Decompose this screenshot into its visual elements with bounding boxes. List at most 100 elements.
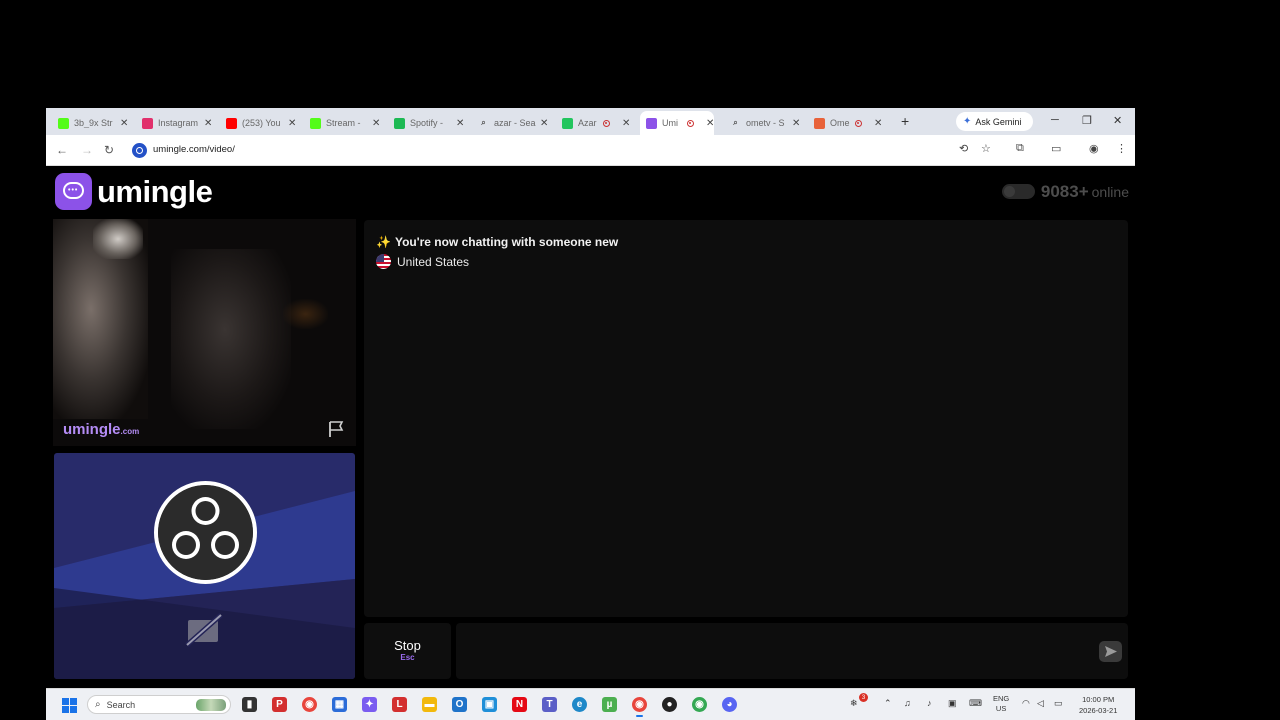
store-icon[interactable]: ▣ (482, 697, 497, 712)
clock[interactable]: 10:00 PM 2026-03-21 (1079, 694, 1117, 716)
tab-title: azar - Sea (494, 118, 536, 128)
ask-gemini-button[interactable]: ✦ Ask Gemini (956, 112, 1033, 131)
tab-title: Instagram (158, 118, 199, 128)
forward-button[interactable]: → (81, 143, 93, 157)
lenovo-icon[interactable]: L (392, 697, 407, 712)
side-panel-icon[interactable]: ▭ (1051, 142, 1061, 155)
tab-3[interactable]: (253) You ✕ (226, 112, 296, 134)
calculator-icon[interactable]: ▦ (332, 697, 347, 712)
obs-icon[interactable]: ● (662, 697, 677, 712)
microphone-icon[interactable]: ♪ (927, 698, 932, 708)
netflix-icon[interactable]: N (512, 697, 527, 712)
tab-10[interactable]: Ome ✕ (814, 112, 882, 134)
translate-icon[interactable]: ⟲ (959, 142, 968, 155)
tab-8[interactable]: Umi ✕ (640, 111, 715, 135)
battery-icon[interactable]: ▭ (1054, 698, 1063, 709)
tab-1[interactable]: 3b_9x Str ✕ (58, 112, 128, 134)
back-button[interactable]: ← (56, 143, 68, 157)
task-view-icon[interactable]: ▮ (242, 697, 257, 712)
close-tab-icon[interactable]: ✕ (288, 118, 296, 129)
umingle-logo[interactable]: ••• umingle (55, 173, 213, 210)
utorrent-icon[interactable]: µ (602, 697, 617, 712)
youtube-icon (226, 117, 237, 129)
instagram-icon (142, 117, 153, 129)
recording-icon (855, 119, 862, 127)
browser-window: 3b_9x Str ✕ Instagram ✕ (253) You ✕ Stream - ✕… (46, 108, 1135, 720)
recording-icon (687, 119, 694, 127)
theme-toggle[interactable] (1001, 184, 1035, 199)
new-tab-button[interactable]: + (901, 113, 909, 129)
online-count: 9083+ (1040, 182, 1089, 201)
tab-title: Spotify - (410, 118, 444, 128)
language-indicator[interactable]: ENG US (993, 694, 1009, 714)
close-tab-icon[interactable]: ✕ (622, 118, 630, 129)
tab-title: Azar (578, 118, 597, 128)
file-explorer-icon[interactable]: ▬ (422, 697, 437, 712)
menu-icon[interactable]: ⋮ (1116, 142, 1127, 155)
volume-icon[interactable]: ◁ (1037, 698, 1044, 709)
tab-9[interactable]: ⌕ ometv - S ✕ (730, 112, 800, 134)
tab-title: 3b_9x Str (74, 118, 113, 128)
send-button[interactable] (1099, 641, 1122, 662)
address-bar[interactable]: umingle.com/video/ (153, 144, 235, 155)
close-tab-icon[interactable]: ✕ (706, 118, 714, 129)
wifi-icon[interactable]: ◠ (1022, 698, 1030, 709)
site-info-icon[interactable] (132, 143, 147, 158)
close-tab-icon[interactable]: ✕ (456, 118, 464, 129)
profile-icon[interactable]: ◉ (1089, 142, 1099, 155)
weather-badge: 3 (859, 693, 868, 702)
close-tab-icon[interactable]: ✕ (540, 118, 548, 129)
extensions-icon[interactable]: ⧉ (1016, 142, 1024, 155)
teams-icon[interactable]: T (542, 697, 557, 712)
tray-overflow-icon[interactable]: ⌃ (884, 698, 892, 709)
online-indicator: 9083+ online (1001, 182, 1129, 202)
close-tab-icon[interactable]: ✕ (120, 118, 128, 129)
tab-2[interactable]: Instagram ✕ (142, 112, 212, 134)
minimize-button[interactable]: ─ (1051, 114, 1059, 126)
taskbar: ⌕ Search ▮ P ◉ ▦ ✦ L ▬ O ▣ N Te µ ◉ ● ◉ ◕ ❄ 3 ⌃ ♫ ♪ ▣ ⌨ … (46, 688, 1135, 720)
report-flag-icon[interactable] (327, 420, 347, 438)
page-content: ••• umingle 9083+ online umingle.com ✨ Y… (46, 166, 1135, 688)
weather-icon[interactable]: ❄ 3 (850, 693, 868, 709)
tab-4[interactable]: Stream - ✕ (310, 112, 380, 134)
logo-text: umingle (97, 173, 213, 209)
windows-start-icon[interactable] (62, 698, 77, 713)
chrome-profile-icon[interactable]: ◉ (692, 697, 707, 712)
chrome-active-icon[interactable]: ◉ (632, 697, 647, 717)
outlook-icon[interactable]: O (452, 697, 467, 712)
system-message-text: You're now chatting with someone new (394, 235, 619, 249)
taskbar-search[interactable]: ⌕ Search (87, 695, 231, 714)
close-tab-icon[interactable]: ✕ (372, 118, 380, 129)
pdf-app-icon[interactable]: P (272, 697, 287, 712)
reload-button[interactable]: ↻ (104, 143, 114, 157)
message-input[interactable] (456, 623, 1128, 679)
keyboard-icon[interactable]: ⌨ (969, 698, 982, 709)
stop-button[interactable]: Stop Esc (364, 623, 451, 679)
ask-gemini-label: Ask Gemini (975, 116, 1022, 127)
close-tab-icon[interactable]: ✕ (792, 118, 800, 129)
chrome-icon[interactable]: ◉ (302, 697, 317, 712)
tab-7[interactable]: Azar ✕ (562, 112, 630, 134)
close-window-button[interactable]: ✕ (1113, 114, 1122, 127)
discord-icon[interactable]: ◕ (722, 697, 737, 712)
online-label: online (1091, 184, 1129, 200)
headset-icon[interactable]: ♫ (904, 698, 911, 708)
tab-5[interactable]: Spotify - ✕ (394, 112, 464, 134)
close-tab-icon[interactable]: ✕ (874, 118, 882, 129)
tab-strip: 3b_9x Str ✕ Instagram ✕ (253) You ✕ Stream - ✕… (46, 108, 1135, 135)
copilot-icon[interactable]: ✦ (362, 697, 377, 712)
tab-title: Umi (662, 118, 678, 128)
camera-off-icon[interactable] (185, 613, 223, 647)
recording-icon (603, 119, 610, 127)
bookmark-star-icon[interactable]: ☆ (981, 142, 991, 155)
edge-icon[interactable]: e (572, 697, 587, 712)
local-video (54, 453, 355, 679)
send-icon (1105, 646, 1117, 657)
display-icon[interactable]: ▣ (948, 698, 957, 709)
tab-title: (253) You (242, 118, 281, 128)
tab-6[interactable]: ⌕ azar - Sea ✕ (478, 112, 548, 134)
restore-button[interactable]: ❐ (1082, 114, 1092, 127)
search-icon: ⌕ (481, 118, 486, 127)
close-tab-icon[interactable]: ✕ (204, 118, 212, 129)
screen: 3b_9x Str ✕ Instagram ✕ (253) You ✕ Stream - ✕… (0, 0, 1280, 720)
